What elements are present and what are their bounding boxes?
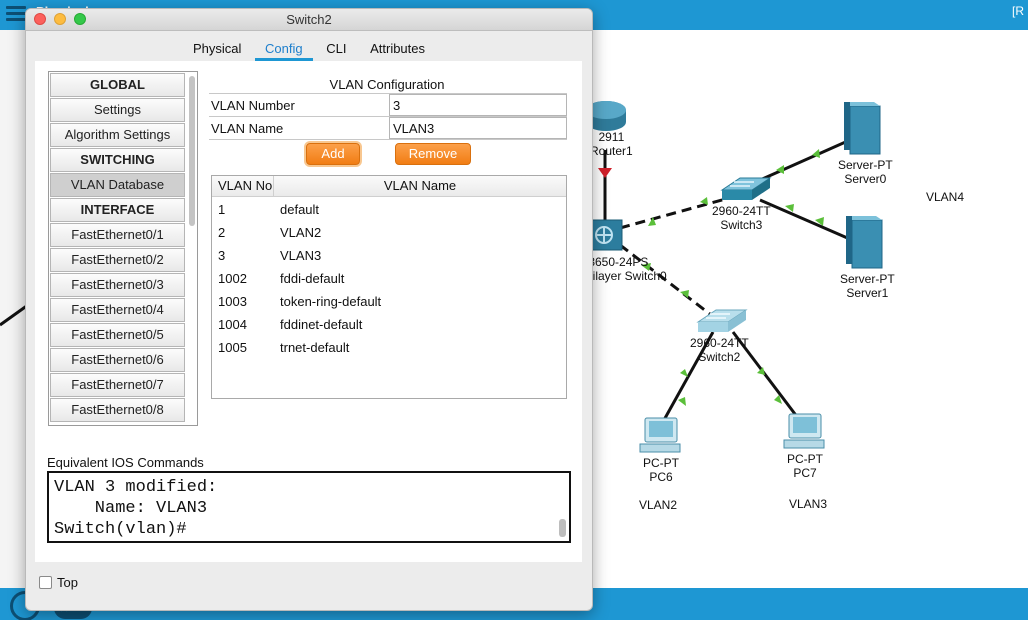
cell-vlan-no: 1005 — [218, 340, 247, 355]
cell-vlan-no: 1 — [218, 202, 226, 217]
device-label-switch2[interactable]: 2960-24TT Switch2 — [690, 336, 749, 364]
sidebar-item-fastethernet0-8[interactable]: FastEthernet0/8 — [50, 398, 185, 422]
sidebar-item-fastethernet0-7[interactable]: FastEthernet0/7 — [50, 373, 185, 397]
sidebar-item-settings[interactable]: Settings — [50, 98, 185, 122]
console-line: VLAN 3 modified: — [54, 478, 218, 497]
vlan-configuration-panel: VLAN Configuration VLAN Number VLAN Name… — [209, 71, 571, 426]
pc-icon — [639, 417, 681, 453]
sidebar-header-switching: SWITCHING — [50, 148, 185, 172]
device-label-server1[interactable]: Server-PT Server1 — [840, 272, 895, 300]
switch-icon — [720, 177, 772, 200]
cell-vlan-name: VLAN2 — [280, 225, 322, 240]
cell-vlan-name: fddi-default — [280, 271, 345, 286]
sidebar-item-vlan-database[interactable]: VLAN Database — [50, 173, 185, 197]
cell-vlan-no: 3 — [218, 248, 226, 263]
column-header-vlan-no[interactable]: VLAN No — [212, 176, 274, 197]
server-icon — [846, 216, 883, 269]
vlan-table[interactable]: VLAN No VLAN Name 1 default 2 VLAN2 3 VL… — [211, 175, 567, 399]
device-label-pc7[interactable]: PC-PT PC7 — [787, 452, 823, 480]
vlan-name-label: VLAN Name — [211, 121, 284, 136]
device-label-pc6[interactable]: PC-PT PC6 — [643, 456, 679, 484]
cell-vlan-name: fddinet-default — [280, 317, 363, 332]
device-config-window: Switch2 Physical Config CLI Attributes G… — [25, 8, 593, 611]
top-checkbox-label[interactable]: Top — [57, 575, 78, 590]
tab-attributes[interactable]: Attributes — [360, 37, 435, 61]
divider — [209, 139, 567, 140]
cell-vlan-name: default — [280, 202, 320, 217]
tab-bar: Physical Config CLI Attributes — [26, 37, 592, 61]
vlan-note-vlan3: VLAN3 — [789, 497, 828, 511]
device-label-router1[interactable]: 2911 Router1 — [590, 130, 633, 158]
table-row[interactable]: 1002 fddi-default — [212, 267, 566, 290]
port-up-icon — [680, 290, 689, 298]
console-scroll-thumb[interactable] — [559, 519, 566, 537]
vlan-name-input[interactable] — [389, 117, 567, 139]
cell-vlan-name: trnet-default — [280, 340, 350, 355]
port-down-icon — [598, 168, 612, 178]
table-row[interactable]: 1 default — [212, 198, 566, 221]
cell-vlan-no: 1003 — [218, 294, 247, 309]
port-up-icon — [678, 397, 686, 406]
top-checkbox[interactable] — [39, 576, 52, 589]
sidebar-header-interface: INTERFACE — [50, 198, 185, 222]
server-icon — [844, 102, 881, 155]
column-header-vlan-name[interactable]: VLAN Name — [274, 176, 566, 197]
cell-vlan-name: VLAN3 — [280, 248, 322, 263]
vlan-config-title: VLAN Configuration — [329, 77, 445, 92]
switch-icon — [696, 309, 748, 332]
vlan-note-vlan2: VLAN2 — [639, 498, 678, 512]
table-row[interactable]: 1003 token-ring-default — [212, 290, 566, 313]
config-sidebar: GLOBAL Settings Algorithm Settings SWITC… — [48, 71, 198, 426]
link-switch3-server1 — [759, 198, 853, 242]
sidebar-item-fastethernet0-1[interactable]: FastEthernet0/1 — [50, 223, 185, 247]
cell-vlan-no: 1004 — [218, 317, 247, 332]
window-titlebar[interactable]: Switch2 — [26, 9, 592, 31]
table-row[interactable]: 2 VLAN2 — [212, 221, 566, 244]
link-switch3-server0 — [759, 138, 851, 182]
cell-vlan-name: token-ring-default — [280, 294, 382, 309]
sidebar-item-fastethernet0-2[interactable]: FastEthernet0/2 — [50, 248, 185, 272]
ios-commands-console[interactable]: VLAN 3 modified: Name: VLAN3 Switch(vlan… — [47, 471, 571, 543]
device-label-server0[interactable]: Server-PT Server0 — [838, 158, 893, 186]
vlan-number-label: VLAN Number — [211, 98, 295, 113]
pc-icon — [783, 413, 825, 449]
add-vlan-button[interactable]: Add — [306, 143, 360, 165]
sidebar-item-fastethernet0-5[interactable]: FastEthernet0/5 — [50, 323, 185, 347]
sidebar-item-fastethernet0-6[interactable]: FastEthernet0/6 — [50, 348, 185, 372]
cell-vlan-no: 2 — [218, 225, 226, 240]
sidebar-item-algorithm-settings[interactable]: Algorithm Settings — [50, 123, 185, 147]
table-row[interactable]: 1004 fddinet-default — [212, 313, 566, 336]
port-up-icon — [680, 369, 688, 377]
sidebar-item-fastethernet0-4[interactable]: FastEthernet0/4 — [50, 298, 185, 322]
sidebar-scroll-thumb[interactable] — [189, 76, 195, 226]
sidebar-scrollbar[interactable] — [187, 74, 196, 423]
ios-commands-label: Equivalent IOS Commands — [47, 455, 204, 470]
sidebar-header-global: GLOBAL — [50, 73, 185, 97]
vlan-number-input[interactable] — [389, 94, 567, 116]
tab-physical[interactable]: Physical — [183, 37, 251, 61]
remove-vlan-button[interactable]: Remove — [395, 143, 471, 165]
vlan-note-vlan4: VLAN4 — [926, 190, 965, 204]
console-line: Switch(vlan)# — [54, 520, 187, 539]
table-row[interactable]: 1005 trnet-default — [212, 336, 566, 359]
window-title: Switch2 — [286, 12, 332, 27]
device-label-switch3[interactable]: 2960-24TT Switch3 — [712, 204, 771, 232]
table-row[interactable]: 3 VLAN3 — [212, 244, 566, 267]
vlan-table-header: VLAN No VLAN Name — [212, 176, 566, 197]
multilayer-switch-icon — [589, 219, 623, 251]
tab-cli[interactable]: CLI — [316, 37, 356, 61]
tab-config[interactable]: Config — [255, 37, 313, 61]
console-line: Name: VLAN3 — [54, 499, 208, 518]
sidebar-item-fastethernet0-3[interactable]: FastEthernet0/3 — [50, 273, 185, 297]
link-left-offscreen — [0, 303, 29, 327]
cell-vlan-no: 1002 — [218, 271, 247, 286]
config-panel: GLOBAL Settings Algorithm Settings SWITC… — [35, 61, 582, 562]
